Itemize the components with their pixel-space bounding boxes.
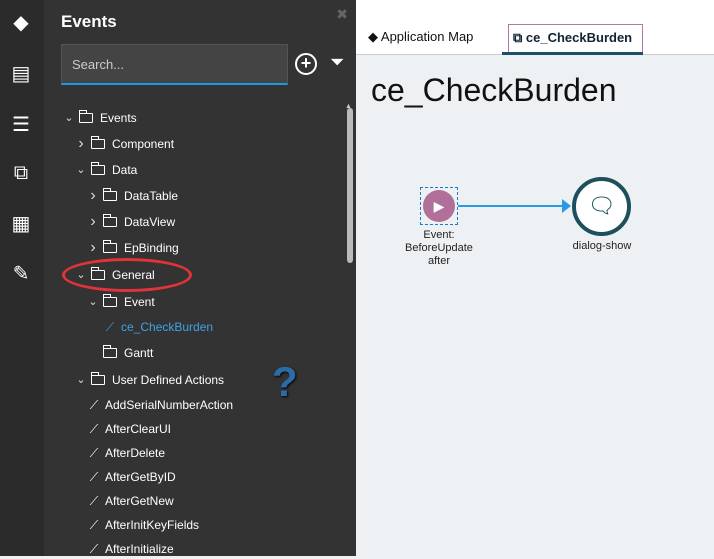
tree-item[interactable]: ⟋ AfterInitKeyFields bbox=[87, 515, 199, 535]
tree-item-label: ce_CheckBurden bbox=[121, 320, 214, 334]
connection-icon: ⟋ bbox=[89, 518, 99, 532]
tree-item-label: Gantt bbox=[124, 346, 154, 360]
label-line: after bbox=[427, 255, 450, 267]
tree-item-label: AfterInitKeyFields bbox=[105, 518, 200, 532]
connection-icon: ⟋ bbox=[89, 422, 99, 436]
search-input[interactable]: Search... bbox=[61, 44, 288, 85]
tree-item[interactable]: › EpBinding bbox=[87, 238, 179, 258]
tree-item[interactable]: ⟋ AddSerialNumberAction bbox=[87, 395, 233, 415]
tree-item[interactable]: ⟋ AfterInitialize bbox=[87, 539, 174, 559]
tree-item-label: AddSerialNumberAction bbox=[105, 398, 234, 412]
pin-icon[interactable]: ✖ bbox=[336, 6, 348, 23]
tree-item[interactable]: Gantt bbox=[87, 343, 153, 363]
grid-icon[interactable]: ▦ bbox=[8, 211, 34, 237]
connector-arrow bbox=[562, 199, 571, 213]
folder-icon bbox=[90, 372, 105, 385]
chevron-right-icon[interactable]: › bbox=[87, 212, 99, 232]
chevron-down-icon[interactable]: ⌄ bbox=[63, 108, 75, 128]
layout-icon[interactable]: ▤ bbox=[8, 61, 34, 87]
tab-application-map[interactable]: ◆ Application Map bbox=[368, 29, 473, 45]
tree-item[interactable]: ⟋ AfterDelete bbox=[87, 443, 165, 463]
tree-item[interactable]: ⌄ Events bbox=[63, 108, 137, 128]
folder-icon bbox=[90, 162, 105, 175]
filter-icon[interactable]: ⏷ bbox=[330, 52, 344, 73]
chevron-right-icon[interactable]: › bbox=[75, 134, 87, 154]
highlight-circle bbox=[62, 258, 192, 292]
tree-item[interactable]: ⌄ User Defined Actions bbox=[75, 370, 224, 390]
tree-item-label: Event bbox=[124, 295, 155, 309]
question-mark-annotation: ? bbox=[272, 358, 298, 405]
panel-title: Events bbox=[61, 12, 117, 31]
folder-icon bbox=[78, 110, 93, 123]
tree-item-label: AfterGetNew bbox=[105, 494, 174, 508]
tree-item-label: AfterGetByID bbox=[105, 470, 176, 484]
tree-item[interactable]: › DataTable bbox=[87, 186, 178, 206]
tree-item[interactable]: ⌄ Event bbox=[87, 292, 155, 312]
edit-document-icon[interactable]: ✎ bbox=[8, 261, 34, 287]
message-icon: 🗨 bbox=[587, 193, 616, 218]
label-line: Event: bbox=[423, 229, 455, 241]
tree-item-label: Component bbox=[112, 137, 175, 151]
event-start-node[interactable]: ▶ bbox=[423, 190, 455, 222]
tree-item[interactable]: › Component bbox=[75, 134, 174, 154]
connection-icon: ⟋ bbox=[89, 542, 99, 556]
page-title: ce_CheckBurden bbox=[371, 72, 617, 108]
connection-icon: ⟋ bbox=[89, 494, 99, 508]
chevron-down-icon[interactable]: ⌄ bbox=[75, 160, 87, 180]
scrollbar[interactable] bbox=[347, 108, 353, 263]
tree-item-label: Events bbox=[100, 111, 137, 125]
folder-icon bbox=[102, 214, 117, 227]
dialog-show-node[interactable]: 🗨 bbox=[572, 177, 631, 236]
checklist-icon[interactable]: ☰ bbox=[8, 112, 34, 138]
tree-item-label: AfterInitialize bbox=[105, 542, 174, 556]
tree-item-label: Data bbox=[112, 163, 138, 177]
tree-item-label: EpBinding bbox=[124, 241, 179, 255]
tree-item[interactable]: ⟋ AfterGetNew bbox=[87, 491, 174, 511]
label-line: BeforeUpdate bbox=[405, 242, 473, 254]
tree-item-label: AfterDelete bbox=[105, 446, 166, 460]
tree-item[interactable]: › DataView bbox=[87, 212, 175, 232]
connection-icon: ⟋ bbox=[89, 398, 99, 412]
chevron-right-icon[interactable]: › bbox=[87, 238, 99, 258]
tree-item-label: User Defined Actions bbox=[112, 373, 225, 387]
folder-icon bbox=[102, 240, 117, 253]
connector-line bbox=[458, 205, 564, 207]
folder-icon bbox=[90, 136, 105, 149]
connection-icon: ⟋ bbox=[89, 470, 99, 484]
tab-bar: ◆ Application Map ⧉ ce_CheckBurden bbox=[356, 0, 714, 55]
layers-icon: ◆ bbox=[368, 29, 381, 44]
chevron-down-icon[interactable]: ⌄ bbox=[75, 370, 87, 390]
tree-item[interactable]: ⟋ AfterClearUI bbox=[87, 419, 171, 439]
tree-item[interactable]: ⟋ AfterGetByID bbox=[87, 467, 176, 487]
tree-item[interactable]: ⌄ Data bbox=[75, 160, 137, 180]
chevron-down-icon[interactable]: ⌄ bbox=[87, 292, 99, 312]
connection-icon: ⟋ bbox=[105, 320, 115, 334]
icon-rail: ◆ ▤ ☰ ⧉ ▦ ✎ bbox=[0, 0, 44, 556]
folder-icon bbox=[102, 345, 117, 358]
tree-item-label: DataTable bbox=[124, 189, 179, 203]
active-tab-indicator bbox=[502, 52, 643, 55]
tree-item-label: AfterClearUI bbox=[105, 422, 172, 436]
workflow-icon: ⧉ bbox=[513, 30, 526, 45]
folder-icon bbox=[102, 294, 117, 307]
tree-item[interactable]: ⟋ ce_CheckBurden bbox=[103, 317, 213, 337]
tab-ce-checkburden[interactable]: ⧉ ce_CheckBurden bbox=[508, 24, 643, 52]
action-node-label: dialog-show bbox=[572, 240, 632, 252]
connection-icon: ⟋ bbox=[89, 446, 99, 460]
layers-icon[interactable]: ◆ bbox=[8, 10, 34, 36]
folder-icon bbox=[102, 188, 117, 201]
chevron-right-icon[interactable]: › bbox=[87, 186, 99, 206]
start-node-label: Event: BeforeUpdate after bbox=[400, 229, 478, 268]
tree-item-label: DataView bbox=[124, 215, 176, 229]
add-icon[interactable]: + bbox=[295, 53, 317, 75]
workflow-icon[interactable]: ⧉ bbox=[8, 160, 34, 186]
